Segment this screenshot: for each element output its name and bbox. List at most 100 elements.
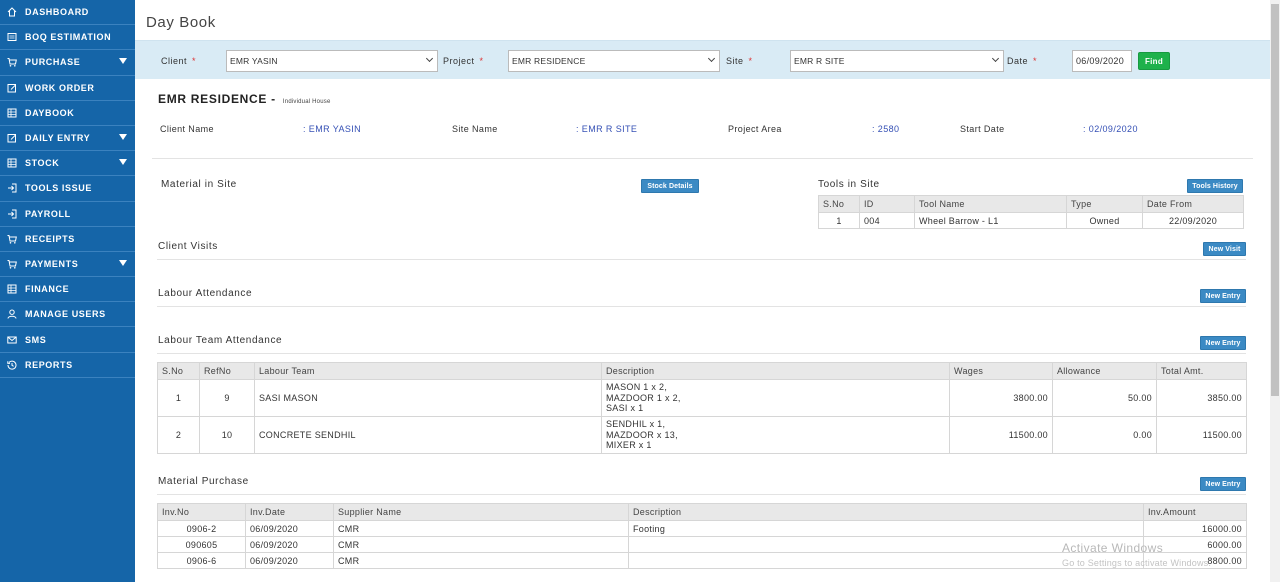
sidebar-item-boq-estimation[interactable]: BOQ ESTIMATION [0, 25, 135, 51]
column-header: S.No [157, 362, 200, 380]
stock-details-button[interactable]: Stock Details [641, 179, 699, 193]
filter-bar: Client * EMR YASIN Project * EMR RESIDENCE… [135, 40, 1270, 79]
material-purchase-new-entry-button[interactable]: New Entry [1200, 477, 1246, 491]
page-title: Day Book [146, 14, 216, 31]
table-cell: 0906-6 [157, 552, 246, 569]
cart-icon [6, 233, 18, 245]
table-row: 1 004 Wheel Barrow - L1 Owned 22/09/2020 [818, 212, 1244, 229]
table-cell: 3800.00 [949, 379, 1053, 417]
caret-down-icon [119, 159, 127, 166]
sidebar-item-daily-entry[interactable]: DAILY ENTRY [0, 126, 135, 152]
divider [157, 259, 1246, 260]
sidebar-item-sms[interactable]: SMS [0, 327, 135, 353]
description-cell: SENDHIL x 1, MAZDOOR x 13, MIXER x 1 [601, 416, 950, 454]
sidebar-item-reports[interactable]: REPORTS [0, 353, 135, 378]
table-cell: 0.00 [1052, 416, 1157, 454]
cart-icon [6, 56, 18, 68]
column-header: Inv.Amount [1143, 503, 1247, 521]
client-select[interactable]: EMR YASIN [226, 50, 438, 72]
column-header: Date From [1142, 195, 1244, 213]
description-line: MASON 1 x 2, [606, 382, 668, 393]
material-purchase-label: Material Purchase [158, 476, 249, 487]
client-name-label: Client Name [160, 124, 214, 134]
table-cell: 3850.00 [1156, 379, 1247, 417]
divider [157, 494, 1246, 495]
chevron-down-icon [425, 54, 434, 63]
project-select[interactable]: EMR RESIDENCE [508, 50, 720, 72]
table-cell: 004 [859, 212, 915, 229]
table-header-row: S.No RefNo Labour Team Description Wages… [157, 362, 1247, 380]
sidebar-item-label: REPORTS [25, 359, 73, 370]
column-header: Description [628, 503, 1144, 521]
sidebar-item-label: RECEIPTS [25, 233, 75, 244]
table-cell: 1 [157, 379, 200, 417]
table-row: 2 10 CONCRETE SENDHIL SENDHIL x 1, MAZDO… [157, 416, 1247, 454]
table-cell: 0906-2 [157, 520, 246, 537]
sidebar-item-finance[interactable]: FINANCE [0, 277, 135, 303]
home-icon [6, 6, 18, 18]
date-input[interactable]: 06/09/2020 [1072, 50, 1132, 72]
table-cell: CMR [333, 520, 629, 537]
table-icon [6, 283, 18, 295]
new-visit-button[interactable]: New Visit [1203, 242, 1246, 256]
project-separator: - [271, 92, 276, 106]
labour-attendance-label: Labour Attendance [158, 288, 253, 299]
main-content: Day Book Client * EMR YASIN Project * EMR … [135, 0, 1270, 582]
labour-team-table: S.No RefNo Labour Team Description Wages… [157, 362, 1247, 454]
table-cell: Wheel Barrow - L1 [914, 212, 1067, 229]
column-header: RefNo [199, 362, 255, 380]
divider [157, 353, 1246, 354]
labour-team-attendance-label: Labour Team Attendance [158, 335, 283, 346]
description-line: MAZDOOR 1 x 2, [606, 392, 681, 403]
start-date-value: : 02/09/2020 [1083, 124, 1138, 134]
sidebar-item-label: BOQ ESTIMATION [25, 32, 112, 43]
sidebar-item-receipts[interactable]: RECEIPTS [0, 227, 135, 252]
sidebar-item-label: PURCHASE [25, 57, 81, 68]
table-cell: 16000.00 [1143, 520, 1247, 537]
column-header: Allowance [1052, 362, 1157, 380]
sidebar-item-purchase[interactable]: PURCHASE [0, 50, 135, 76]
sidebar-item-dashboard[interactable]: DASHBOARD [0, 0, 135, 26]
document-icon [6, 31, 18, 43]
sidebar-item-stock[interactable]: STOCK [0, 151, 135, 177]
labour-attendance-new-entry-button[interactable]: New Entry [1200, 289, 1246, 303]
table-cell: 1 [818, 212, 860, 229]
column-header: Type [1066, 195, 1143, 213]
sidebar-item-payments[interactable]: PAYMENTS [0, 252, 135, 278]
table-row: 0906-2 06/09/2020 CMR Footing 16000.00 [157, 520, 1247, 537]
date-label: Date * [1007, 56, 1038, 66]
sidebar-item-manage-users[interactable]: MANAGE USERS [0, 302, 135, 328]
description-cell: MASON 1 x 2, MAZDOOR 1 x 2, SASI x 1 [601, 379, 950, 417]
sidebar-item-work-order[interactable]: WORK ORDER [0, 76, 135, 101]
activate-windows-watermark: Activate Windows [1062, 541, 1164, 555]
sidebar-item-daybook[interactable]: DAYBOOK [0, 101, 135, 126]
column-header: Tool Name [914, 195, 1067, 213]
table-row: 1 9 SASI MASON MASON 1 x 2, MAZDOOR 1 x … [157, 379, 1247, 417]
table-cell: 090605 [157, 536, 246, 553]
client-name-value: : EMR YASIN [303, 124, 362, 134]
column-header: Inv.No [157, 503, 246, 521]
site-label: Site * [726, 56, 753, 66]
find-button[interactable]: Find [1138, 52, 1170, 70]
sidebar-item-tools-issue[interactable]: TOOLS ISSUE [0, 176, 135, 202]
activate-windows-hint: Go to Settings to activate Windows. [1062, 558, 1212, 568]
tools-history-button[interactable]: Tools History [1187, 179, 1243, 193]
start-date-label: Start Date [960, 124, 1005, 134]
table-cell: CMR [333, 552, 629, 569]
labour-team-new-entry-button[interactable]: New Entry [1200, 336, 1246, 350]
sidebar-item-label: DASHBOARD [25, 7, 89, 18]
sidebar-item-label: MANAGE USERS [25, 309, 106, 320]
table-icon [6, 157, 18, 169]
chevron-down-icon [707, 54, 716, 63]
sidebar-item-label: DAYBOOK [25, 107, 75, 118]
sidebar-item-label: SMS [25, 334, 47, 345]
site-select[interactable]: EMR R SITE [790, 50, 1004, 72]
description-line: MAZDOOR x 13, [606, 429, 678, 440]
table-header-row: Inv.No Inv.Date Supplier Name Descriptio… [157, 503, 1247, 521]
scrollbar-thumb[interactable] [1271, 4, 1279, 396]
sidebar-item-label: FINANCE [25, 284, 70, 295]
sidebar-item-payroll[interactable]: PAYROLL [0, 202, 135, 227]
scrollbar[interactable] [1270, 0, 1280, 582]
description-line: SASI x 1 [606, 403, 644, 414]
project-heading: EMR RESIDENCE - Individual House [158, 92, 330, 106]
